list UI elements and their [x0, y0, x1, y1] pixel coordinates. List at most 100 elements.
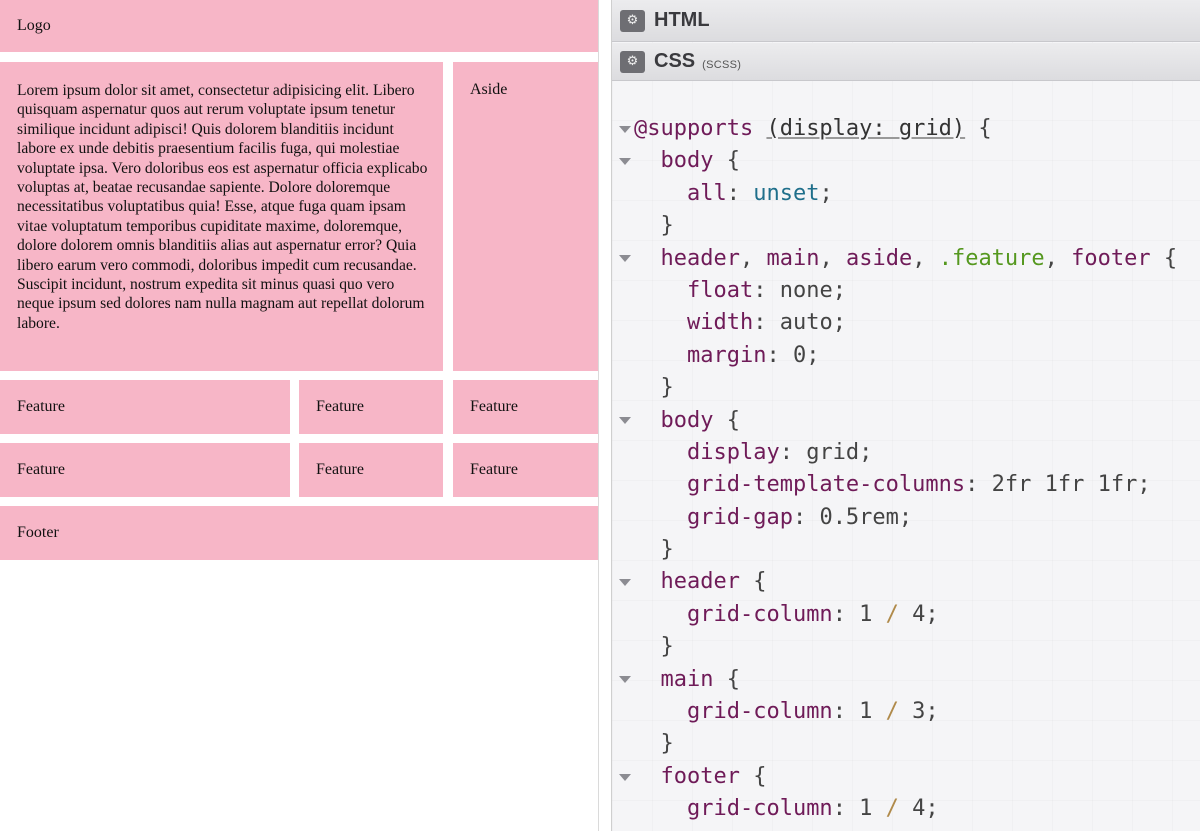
code-token: all: [686, 180, 727, 206]
code-text: float: none;: [634, 275, 846, 307]
code-token: grid-column: [686, 796, 833, 822]
code-line: width: auto;: [612, 307, 1200, 339]
code-token: /: [885, 601, 899, 627]
pane-resize-handle[interactable]: [598, 0, 612, 831]
fold-arrow-icon[interactable]: [618, 405, 632, 437]
code-token: :: [726, 180, 754, 206]
code-token: (display: grid): [766, 116, 966, 141]
code-token: header: [660, 245, 740, 271]
code-line: main {: [612, 664, 1200, 696]
code-token: float: [686, 277, 754, 303]
main-box: Lorem ipsum dolor sit amet, consectetur …: [0, 62, 443, 371]
code-token: : auto;: [753, 310, 846, 336]
code-text: main {: [634, 664, 740, 696]
fold-arrow-icon[interactable]: [618, 145, 632, 177]
code-token: ,: [1044, 245, 1072, 271]
code-token: /: [885, 796, 899, 822]
code-token: body: [660, 407, 714, 433]
code-token: }: [634, 375, 674, 401]
code-token: grid-template-columns: [686, 472, 966, 498]
html-panel-header[interactable]: ⚙ HTML: [612, 0, 1200, 42]
code-token: : 0.5rem;: [792, 504, 913, 530]
fold-arrow-icon[interactable]: [618, 761, 632, 793]
css-panel-header[interactable]: ⚙ CSS (SCSS): [612, 43, 1200, 81]
code-text: }: [634, 728, 673, 760]
code-token: }: [634, 213, 674, 239]
code-token: header: [660, 569, 740, 595]
code-line: }: [612, 728, 1200, 760]
code-token: {: [713, 666, 740, 692]
code-token: : none;: [753, 277, 846, 303]
code-text: margin: 0;: [634, 340, 819, 372]
fold-arrow-icon[interactable]: [618, 566, 632, 598]
code-token: }: [634, 634, 674, 660]
fold-arrow-icon[interactable]: [618, 113, 632, 145]
feature-text: Feature: [316, 461, 364, 478]
code-token: : 1: [832, 796, 886, 822]
code-text: grid-column: 1 / 4;: [634, 793, 939, 825]
gear-icon[interactable]: ⚙: [620, 9, 645, 32]
feature-box-3: Feature: [453, 380, 598, 434]
feature-box-6: Feature: [453, 443, 598, 497]
feature-text: Feature: [470, 461, 518, 478]
code-token: display: [686, 439, 780, 465]
code-line: display: grid;: [612, 437, 1200, 469]
aside-text: Aside: [470, 81, 508, 98]
code-line: grid-column: 1 / 4;: [612, 793, 1200, 825]
feature-box-2: Feature: [299, 380, 443, 434]
code-token: grid-gap: [686, 504, 793, 530]
code-token: {: [739, 569, 767, 595]
code-token: grid-column: [686, 601, 833, 627]
code-line: all: unset;: [612, 178, 1200, 210]
code-line: grid-gap: 0.5rem;: [612, 502, 1200, 534]
code-token: unset: [753, 180, 820, 206]
html-panel-title: HTML: [654, 9, 710, 31]
code-text: display: grid;: [634, 437, 872, 469]
aside-box: Aside: [453, 62, 598, 371]
code-token: ,: [912, 245, 939, 271]
code-token: {: [965, 116, 992, 141]
code-text: width: auto;: [634, 307, 846, 339]
code-token: 4;: [898, 601, 939, 627]
header-logo-box: Logo: [0, 0, 598, 52]
code-token: : 1: [832, 601, 886, 627]
code-token: @supports: [634, 116, 767, 141]
code-token: 4;: [898, 796, 939, 822]
css-code-editor[interactable]: @supports (display: grid) { body { all: …: [612, 113, 1200, 826]
code-token: /: [885, 699, 899, 725]
code-token: .feature: [938, 245, 1045, 271]
gear-icon[interactable]: ⚙: [620, 50, 645, 73]
css-panel-title: CSS: [654, 50, 696, 72]
code-line: margin: 0;: [612, 340, 1200, 372]
code-token: ,: [819, 245, 846, 271]
code-token: : 2fr 1fr 1fr;: [965, 472, 1151, 498]
code-token: margin: [686, 342, 767, 368]
code-token: main: [766, 245, 820, 271]
feature-box-5: Feature: [299, 443, 443, 497]
code-text: footer {: [634, 761, 767, 793]
code-line: grid-template-columns: 2fr 1fr 1fr;: [612, 469, 1200, 501]
fold-arrow-icon[interactable]: [618, 243, 632, 275]
fold-arrow-icon[interactable]: [618, 664, 632, 696]
code-text: grid-column: 1 / 3;: [634, 696, 939, 728]
code-text: }: [634, 631, 674, 663]
code-line: body {: [612, 405, 1200, 437]
code-token: : 0;: [766, 342, 820, 368]
feature-box-1: Feature: [0, 380, 290, 434]
code-line: @supports (display: grid) {: [612, 113, 1200, 145]
code-token: footer: [660, 763, 740, 789]
code-text: header, main, aside, .feature, footer {: [634, 243, 1178, 275]
code-line: float: none;: [612, 275, 1200, 307]
code-text: @supports (display: grid) {: [634, 113, 992, 145]
feature-text: Feature: [470, 398, 518, 415]
